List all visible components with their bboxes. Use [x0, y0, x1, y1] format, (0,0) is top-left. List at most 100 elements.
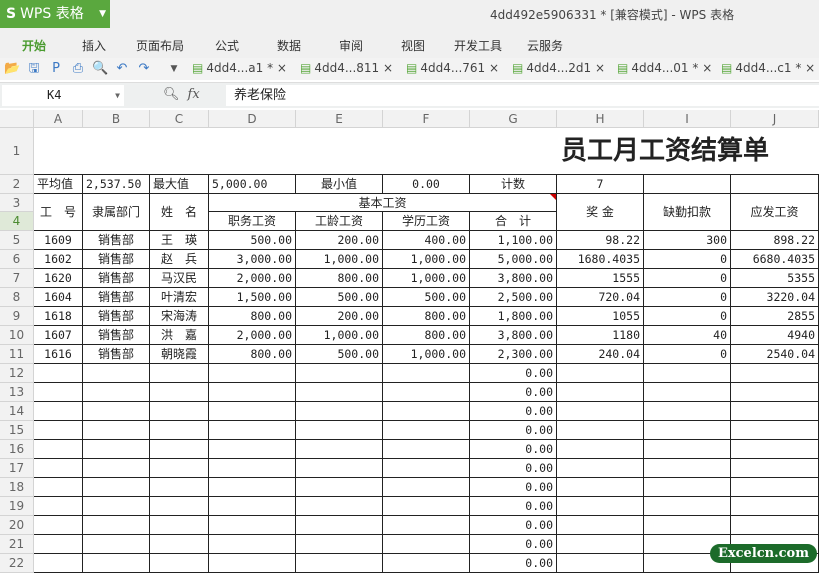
table-cell[interactable]: 0.00 [470, 440, 557, 459]
table-cell[interactable]: 1616 [34, 345, 83, 364]
table-cell[interactable]: 2,300.00 [470, 345, 557, 364]
table-cell[interactable]: 898.22 [731, 231, 819, 250]
redo-icon[interactable]: ↷ [136, 61, 152, 77]
table-cell[interactable] [383, 440, 470, 459]
table-cell[interactable] [383, 535, 470, 554]
wps-menu-button[interactable]: S WPS 表格 ▼ [0, 0, 110, 28]
table-cell[interactable]: 3,800.00 [470, 326, 557, 345]
table-cell[interactable]: 3220.04 [731, 288, 819, 307]
menu-3[interactable]: 公式 [215, 37, 239, 54]
header-absence-deduction[interactable]: 缺勤扣款 [644, 194, 731, 231]
table-cell[interactable] [557, 478, 644, 497]
row-header-21[interactable]: 21 [0, 535, 34, 554]
table-cell[interactable] [150, 421, 209, 440]
table-cell[interactable] [731, 440, 819, 459]
header-dept[interactable]: 隶属部门 [83, 194, 150, 231]
table-cell[interactable]: 2,000.00 [209, 326, 296, 345]
row-header-18[interactable]: 18 [0, 478, 34, 497]
table-cell[interactable] [644, 516, 731, 535]
table-cell[interactable]: 40 [644, 326, 731, 345]
table-cell[interactable] [557, 402, 644, 421]
row-header-13[interactable]: 13 [0, 383, 34, 402]
table-cell[interactable] [34, 535, 83, 554]
table-cell[interactable]: 3,800.00 [470, 269, 557, 288]
table-cell[interactable]: 0.00 [470, 478, 557, 497]
table-cell[interactable]: 1602 [34, 250, 83, 269]
table-cell[interactable] [731, 402, 819, 421]
max-label[interactable]: 最大值 [150, 175, 209, 194]
table-cell[interactable] [209, 364, 296, 383]
table-cell[interactable] [557, 383, 644, 402]
row-header-1[interactable]: 1 [0, 128, 34, 175]
column-header-C[interactable]: C [150, 110, 209, 128]
menu-2[interactable]: 页面布局 [136, 37, 184, 54]
row-header-12[interactable]: 12 [0, 364, 34, 383]
table-cell[interactable] [209, 402, 296, 421]
column-header-I[interactable]: I [644, 110, 731, 128]
table-cell[interactable] [731, 421, 819, 440]
row-header-19[interactable]: 19 [0, 497, 34, 516]
table-cell[interactable] [209, 497, 296, 516]
table-cell[interactable]: 销售部 [83, 307, 150, 326]
table-cell[interactable]: 1609 [34, 231, 83, 250]
header-bonus[interactable]: 奖 金 [557, 194, 644, 231]
table-cell[interactable] [209, 421, 296, 440]
table-cell[interactable] [150, 459, 209, 478]
row-header-9[interactable]: 9 [0, 307, 34, 326]
formula-input[interactable]: 养老保险 [226, 85, 819, 106]
table-cell[interactable]: 销售部 [83, 288, 150, 307]
table-cell[interactable] [150, 402, 209, 421]
column-header-G[interactable]: G [470, 110, 557, 128]
table-cell[interactable]: 王 瑛 [150, 231, 209, 250]
table-cell[interactable]: 800.00 [383, 307, 470, 326]
table-cell[interactable] [644, 364, 731, 383]
table-cell[interactable]: 1,000.00 [383, 250, 470, 269]
row-header-15[interactable]: 15 [0, 421, 34, 440]
table-cell[interactable]: 2,500.00 [470, 288, 557, 307]
table-cell[interactable] [296, 459, 383, 478]
table-cell[interactable]: 3,000.00 [209, 250, 296, 269]
table-cell[interactable] [83, 478, 150, 497]
table-cell[interactable]: 0 [644, 250, 731, 269]
header-total[interactable]: 合 计 [470, 212, 557, 231]
table-cell[interactable] [644, 497, 731, 516]
menu-7[interactable]: 开发工具 [454, 37, 502, 54]
table-cell[interactable] [644, 402, 731, 421]
table-cell[interactable]: 1,000.00 [296, 326, 383, 345]
table-cell[interactable]: 0 [644, 288, 731, 307]
preview-icon[interactable]: 🔍 [92, 61, 108, 77]
table-cell[interactable]: 6680.4035 [731, 250, 819, 269]
table-cell[interactable] [296, 535, 383, 554]
table-cell[interactable] [83, 459, 150, 478]
table-cell[interactable] [731, 497, 819, 516]
table-cell[interactable] [150, 383, 209, 402]
table-cell[interactable] [34, 516, 83, 535]
table-cell[interactable] [383, 421, 470, 440]
undo-icon[interactable]: ↶ [114, 61, 130, 77]
column-header-D[interactable]: D [209, 110, 296, 128]
table-cell[interactable] [296, 364, 383, 383]
avg-value[interactable]: 2,537.50 [83, 175, 150, 194]
table-cell[interactable]: 叶清宏 [150, 288, 209, 307]
column-header-H[interactable]: H [557, 110, 644, 128]
save-icon[interactable]: 🖫 [26, 61, 42, 77]
table-cell[interactable]: 720.04 [557, 288, 644, 307]
table-cell[interactable] [83, 421, 150, 440]
table-cell[interactable] [383, 383, 470, 402]
table-cell[interactable]: 800.00 [209, 307, 296, 326]
table-cell[interactable]: 赵 兵 [150, 250, 209, 269]
table-cell[interactable]: 4940 [731, 326, 819, 345]
doc-tab[interactable]: ▤ 4dd4...01 * × [617, 61, 712, 75]
chevron-down-icon[interactable]: ▼ [115, 85, 120, 106]
print-icon[interactable]: ⎙ [70, 61, 86, 77]
cell[interactable] [644, 175, 731, 194]
table-cell[interactable]: 销售部 [83, 326, 150, 345]
table-cell[interactable] [34, 421, 83, 440]
table-cell[interactable] [557, 440, 644, 459]
table-cell[interactable] [557, 516, 644, 535]
corner[interactable] [0, 110, 34, 128]
table-cell[interactable] [83, 535, 150, 554]
table-cell[interactable] [296, 383, 383, 402]
open-icon[interactable]: 📂 [4, 61, 20, 77]
table-cell[interactable]: 销售部 [83, 250, 150, 269]
